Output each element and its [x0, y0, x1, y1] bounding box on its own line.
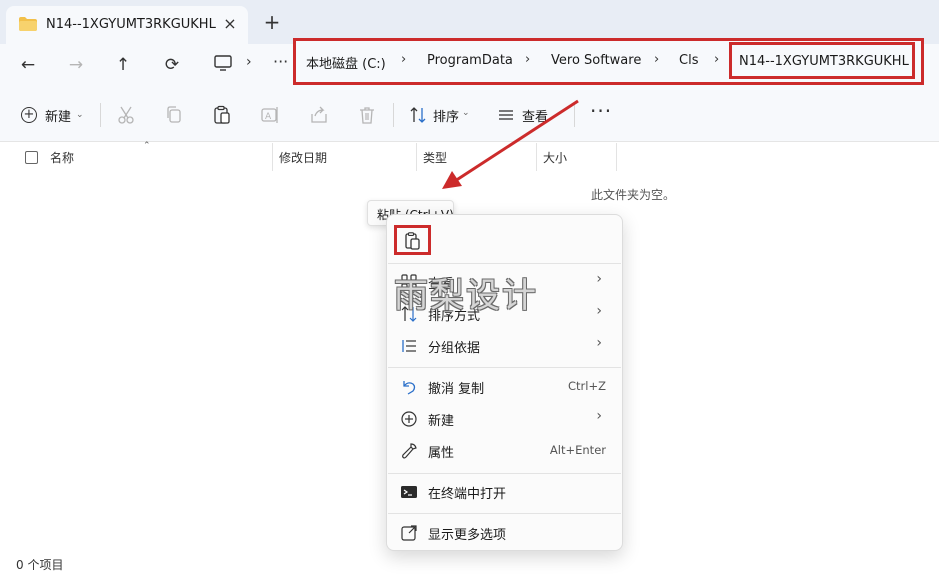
context-menu: 查看 › 排序方式 › 分组依据 › 撤消 复制 Ctrl+Z 新建 › 属性 …: [386, 214, 623, 551]
divider: [100, 103, 101, 127]
new-plus-icon: [401, 411, 417, 427]
chevron-right-icon: ›: [596, 303, 602, 319]
menu-item-shortcut: Alt+Enter: [549, 443, 606, 457]
menu-divider: [388, 473, 621, 474]
sort-icon[interactable]: [408, 105, 428, 125]
menu-item-label: 在终端中打开: [428, 487, 507, 502]
breadcrumb-current-folder: N14--1XGYUMT3RKGUKHL: [739, 54, 909, 69]
column-divider[interactable]: [416, 143, 417, 171]
new-button-label: 新建: [45, 109, 72, 125]
close-tab-icon[interactable]: ×: [220, 14, 240, 34]
more-locations-icon[interactable]: ···: [273, 52, 288, 71]
breadcrumb-current-folder-highlight[interactable]: N14--1XGYUMT3RKGUKHL: [729, 42, 915, 79]
forward-icon[interactable]: →: [63, 52, 89, 78]
up-icon[interactable]: ↑: [110, 52, 136, 78]
column-name[interactable]: 名称: [50, 149, 74, 166]
cut-icon[interactable]: [116, 105, 136, 125]
menu-item-undo-copy[interactable]: 撤消 复制 Ctrl+Z: [391, 371, 618, 401]
column-size[interactable]: 大小: [543, 149, 567, 166]
new-tab-icon[interactable]: +: [262, 12, 282, 32]
select-all-checkbox[interactable]: [25, 151, 38, 164]
menu-item-group-by[interactable]: 分组依据 ›: [391, 330, 618, 360]
divider: [393, 103, 394, 127]
menu-divider: [388, 367, 621, 368]
column-header: ⌃ 名称 修改日期 类型 大小: [0, 141, 939, 171]
menu-item-shortcut: Ctrl+Z: [568, 379, 606, 393]
breadcrumb-vero-software[interactable]: Vero Software: [551, 53, 641, 68]
view-icon[interactable]: [496, 105, 516, 125]
chevron-down-icon: ⌄: [76, 110, 84, 120]
group-list-icon: [402, 340, 416, 352]
menu-item-label: 属性: [428, 446, 455, 461]
status-bar-item-count: 0 个项目: [16, 558, 64, 572]
tab-title: N14--1XGYUMT3RKGUKHL: [46, 17, 216, 32]
address-bar[interactable]: 本地磁盘 (C:) › ProgramData › Vero Software …: [293, 38, 924, 85]
menu-divider: [388, 513, 621, 514]
chevron-up-icon: ⌃: [143, 141, 151, 151]
rename-icon[interactable]: A: [260, 105, 280, 125]
folder-icon: [19, 17, 37, 31]
menu-item-label: 新建: [428, 414, 455, 429]
folder-tab[interactable]: N14--1XGYUMT3RKGUKHL ×: [6, 6, 248, 44]
menu-item-new[interactable]: 新建 ›: [391, 403, 618, 433]
chevron-right-icon: ›: [596, 271, 602, 287]
view-button-label[interactable]: 查看: [522, 106, 548, 125]
menu-item-properties[interactable]: 属性 Alt+Enter: [391, 435, 618, 465]
column-modified[interactable]: 修改日期: [279, 149, 327, 166]
terminal-icon: [401, 486, 417, 498]
wrench-icon: [402, 443, 417, 459]
divider: [574, 103, 575, 127]
plus-circle-icon: +: [21, 107, 37, 123]
breadcrumb-cls[interactable]: Cls: [679, 53, 698, 68]
paste-icon: [405, 232, 420, 250]
menu-item-show-more-options[interactable]: 显示更多选项: [391, 517, 618, 547]
paste-icon[interactable]: [212, 105, 232, 125]
delete-icon[interactable]: [357, 105, 377, 125]
chevron-right-icon[interactable]: ›: [654, 52, 659, 67]
breadcrumb-programdata[interactable]: ProgramData: [427, 53, 513, 68]
chevron-right-icon[interactable]: ›: [525, 52, 530, 67]
watermark-text: 雨梨设计: [394, 276, 538, 316]
menu-item-label: 撤消 复制: [428, 382, 485, 397]
navigation-bar: ← → ↑ ⟳ › ··· 本地磁盘 (C:) › ProgramData › …: [0, 38, 939, 86]
chevron-right-icon[interactable]: ›: [714, 52, 719, 67]
breadcrumb-drive[interactable]: 本地磁盘 (C:): [306, 53, 386, 72]
column-type[interactable]: 类型: [423, 149, 447, 166]
copy-icon[interactable]: [164, 105, 184, 125]
back-icon[interactable]: ←: [15, 52, 41, 78]
column-divider[interactable]: [272, 143, 273, 171]
chevron-right-icon[interactable]: ›: [246, 54, 252, 70]
empty-folder-message: 此文件夹为空。: [591, 188, 676, 202]
new-button[interactable]: + 新建 ⌄: [21, 105, 84, 125]
menu-item-label: 显示更多选项: [428, 528, 507, 543]
chevron-right-icon: ›: [596, 408, 602, 424]
column-divider[interactable]: [616, 143, 617, 171]
context-paste-button[interactable]: [394, 225, 431, 255]
menu-divider: [388, 263, 621, 264]
menu-item-label: 分组依据: [428, 341, 481, 356]
chevron-right-icon: ›: [596, 335, 602, 351]
svg-text:A: A: [265, 112, 272, 122]
command-bar: + 新建 ⌄ A 排序 ⌄ 查看 ···: [0, 86, 939, 142]
computer-icon[interactable]: [213, 55, 233, 71]
sort-button-label[interactable]: 排序: [433, 106, 459, 125]
share-icon[interactable]: [309, 105, 329, 125]
expand-icon: [401, 525, 417, 541]
undo-icon: [403, 381, 416, 395]
menu-item-open-in-terminal[interactable]: 在终端中打开: [391, 476, 618, 506]
column-divider[interactable]: [536, 143, 537, 171]
chevron-right-icon[interactable]: ›: [401, 52, 406, 67]
more-options-icon[interactable]: ···: [590, 99, 612, 123]
chevron-down-icon[interactable]: ⌄: [462, 108, 470, 118]
refresh-icon[interactable]: ⟳: [159, 52, 185, 78]
